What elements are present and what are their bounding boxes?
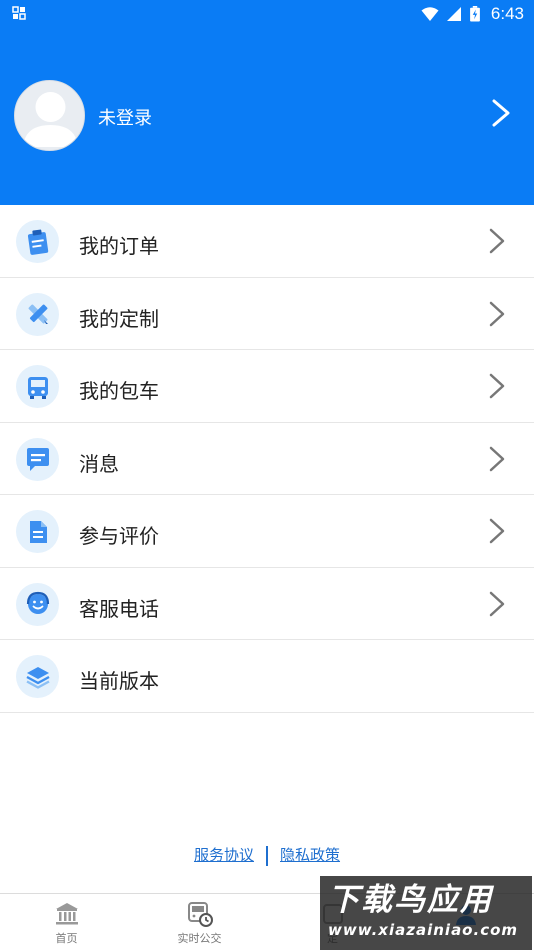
menu-item-label: 当前版本	[79, 669, 159, 693]
menu-item-label: 我的订单	[79, 234, 159, 258]
menu-item-messages[interactable]: 消息	[0, 423, 534, 495]
tab-label: 实时公交	[177, 932, 222, 945]
tab-home[interactable]: 首页	[0, 894, 133, 950]
login-row[interactable]: 未登录	[14, 80, 524, 152]
bank-icon	[55, 903, 78, 925]
menu-item-label: 参与评价	[79, 524, 159, 548]
bus-icon	[16, 365, 59, 408]
menu-list: 我的订单 我的定制 我的包车 消息 参与评价 客服电话 当前版本	[0, 205, 534, 713]
app-notification-icon	[12, 6, 26, 20]
watermark: 下载鸟应用 www.xiazainiao.com	[320, 876, 532, 950]
chevron-right-icon[interactable]	[490, 98, 512, 128]
menu-item-version[interactable]: 当前版本	[0, 640, 534, 713]
divider	[266, 845, 268, 866]
bus-clock-icon	[187, 902, 213, 927]
menu-item-label: 消息	[79, 451, 119, 476]
cellular-signal-icon	[446, 7, 461, 21]
watermark-title: 下载鸟应用	[328, 882, 493, 918]
wifi-icon	[421, 7, 439, 21]
tab-realtime-bus[interactable]: 实时公交	[133, 894, 266, 950]
policy-links: 服务协议 隐私政策	[0, 844, 534, 868]
login-status-text[interactable]: 未登录	[98, 104, 152, 130]
customer-service-icon	[16, 582, 59, 626]
user-avatar-icon	[23, 92, 78, 147]
privacy-policy-link[interactable]: 隐私政策	[280, 846, 340, 864]
profile-header: 6:43 未登录	[0, 0, 534, 205]
watermark-url: www.xiazainiao.com	[328, 921, 519, 939]
status-bar: 6:43	[0, 0, 534, 28]
chevron-right-icon	[489, 591, 505, 616]
chevron-right-icon	[489, 373, 505, 399]
service-agreement-link[interactable]: 服务协议	[194, 846, 254, 864]
clock: 6:43	[490, 4, 524, 23]
layers-icon	[16, 655, 59, 698]
avatar[interactable]	[14, 80, 85, 151]
chevron-right-icon	[489, 518, 505, 544]
battery-charging-icon	[470, 6, 480, 22]
menu-item-label: 我的包车	[79, 379, 159, 403]
chevron-right-icon	[489, 446, 505, 471]
pencil-ruler-icon	[16, 292, 59, 336]
document-icon	[16, 510, 59, 553]
chevron-right-icon	[489, 228, 505, 254]
menu-item-label: 我的定制	[79, 306, 159, 331]
chevron-right-icon	[489, 301, 505, 326]
menu-item-orders[interactable]: 我的订单	[0, 205, 534, 278]
menu-item-label: 客服电话	[79, 596, 159, 621]
menu-item-customer-service[interactable]: 客服电话	[0, 568, 534, 640]
menu-item-review[interactable]: 参与评价	[0, 495, 534, 568]
message-icon	[16, 437, 59, 481]
menu-item-charter[interactable]: 我的包车	[0, 350, 534, 423]
menu-item-customize[interactable]: 我的定制	[0, 278, 534, 350]
clipboard-icon	[16, 220, 59, 263]
tab-label: 首页	[55, 932, 78, 945]
